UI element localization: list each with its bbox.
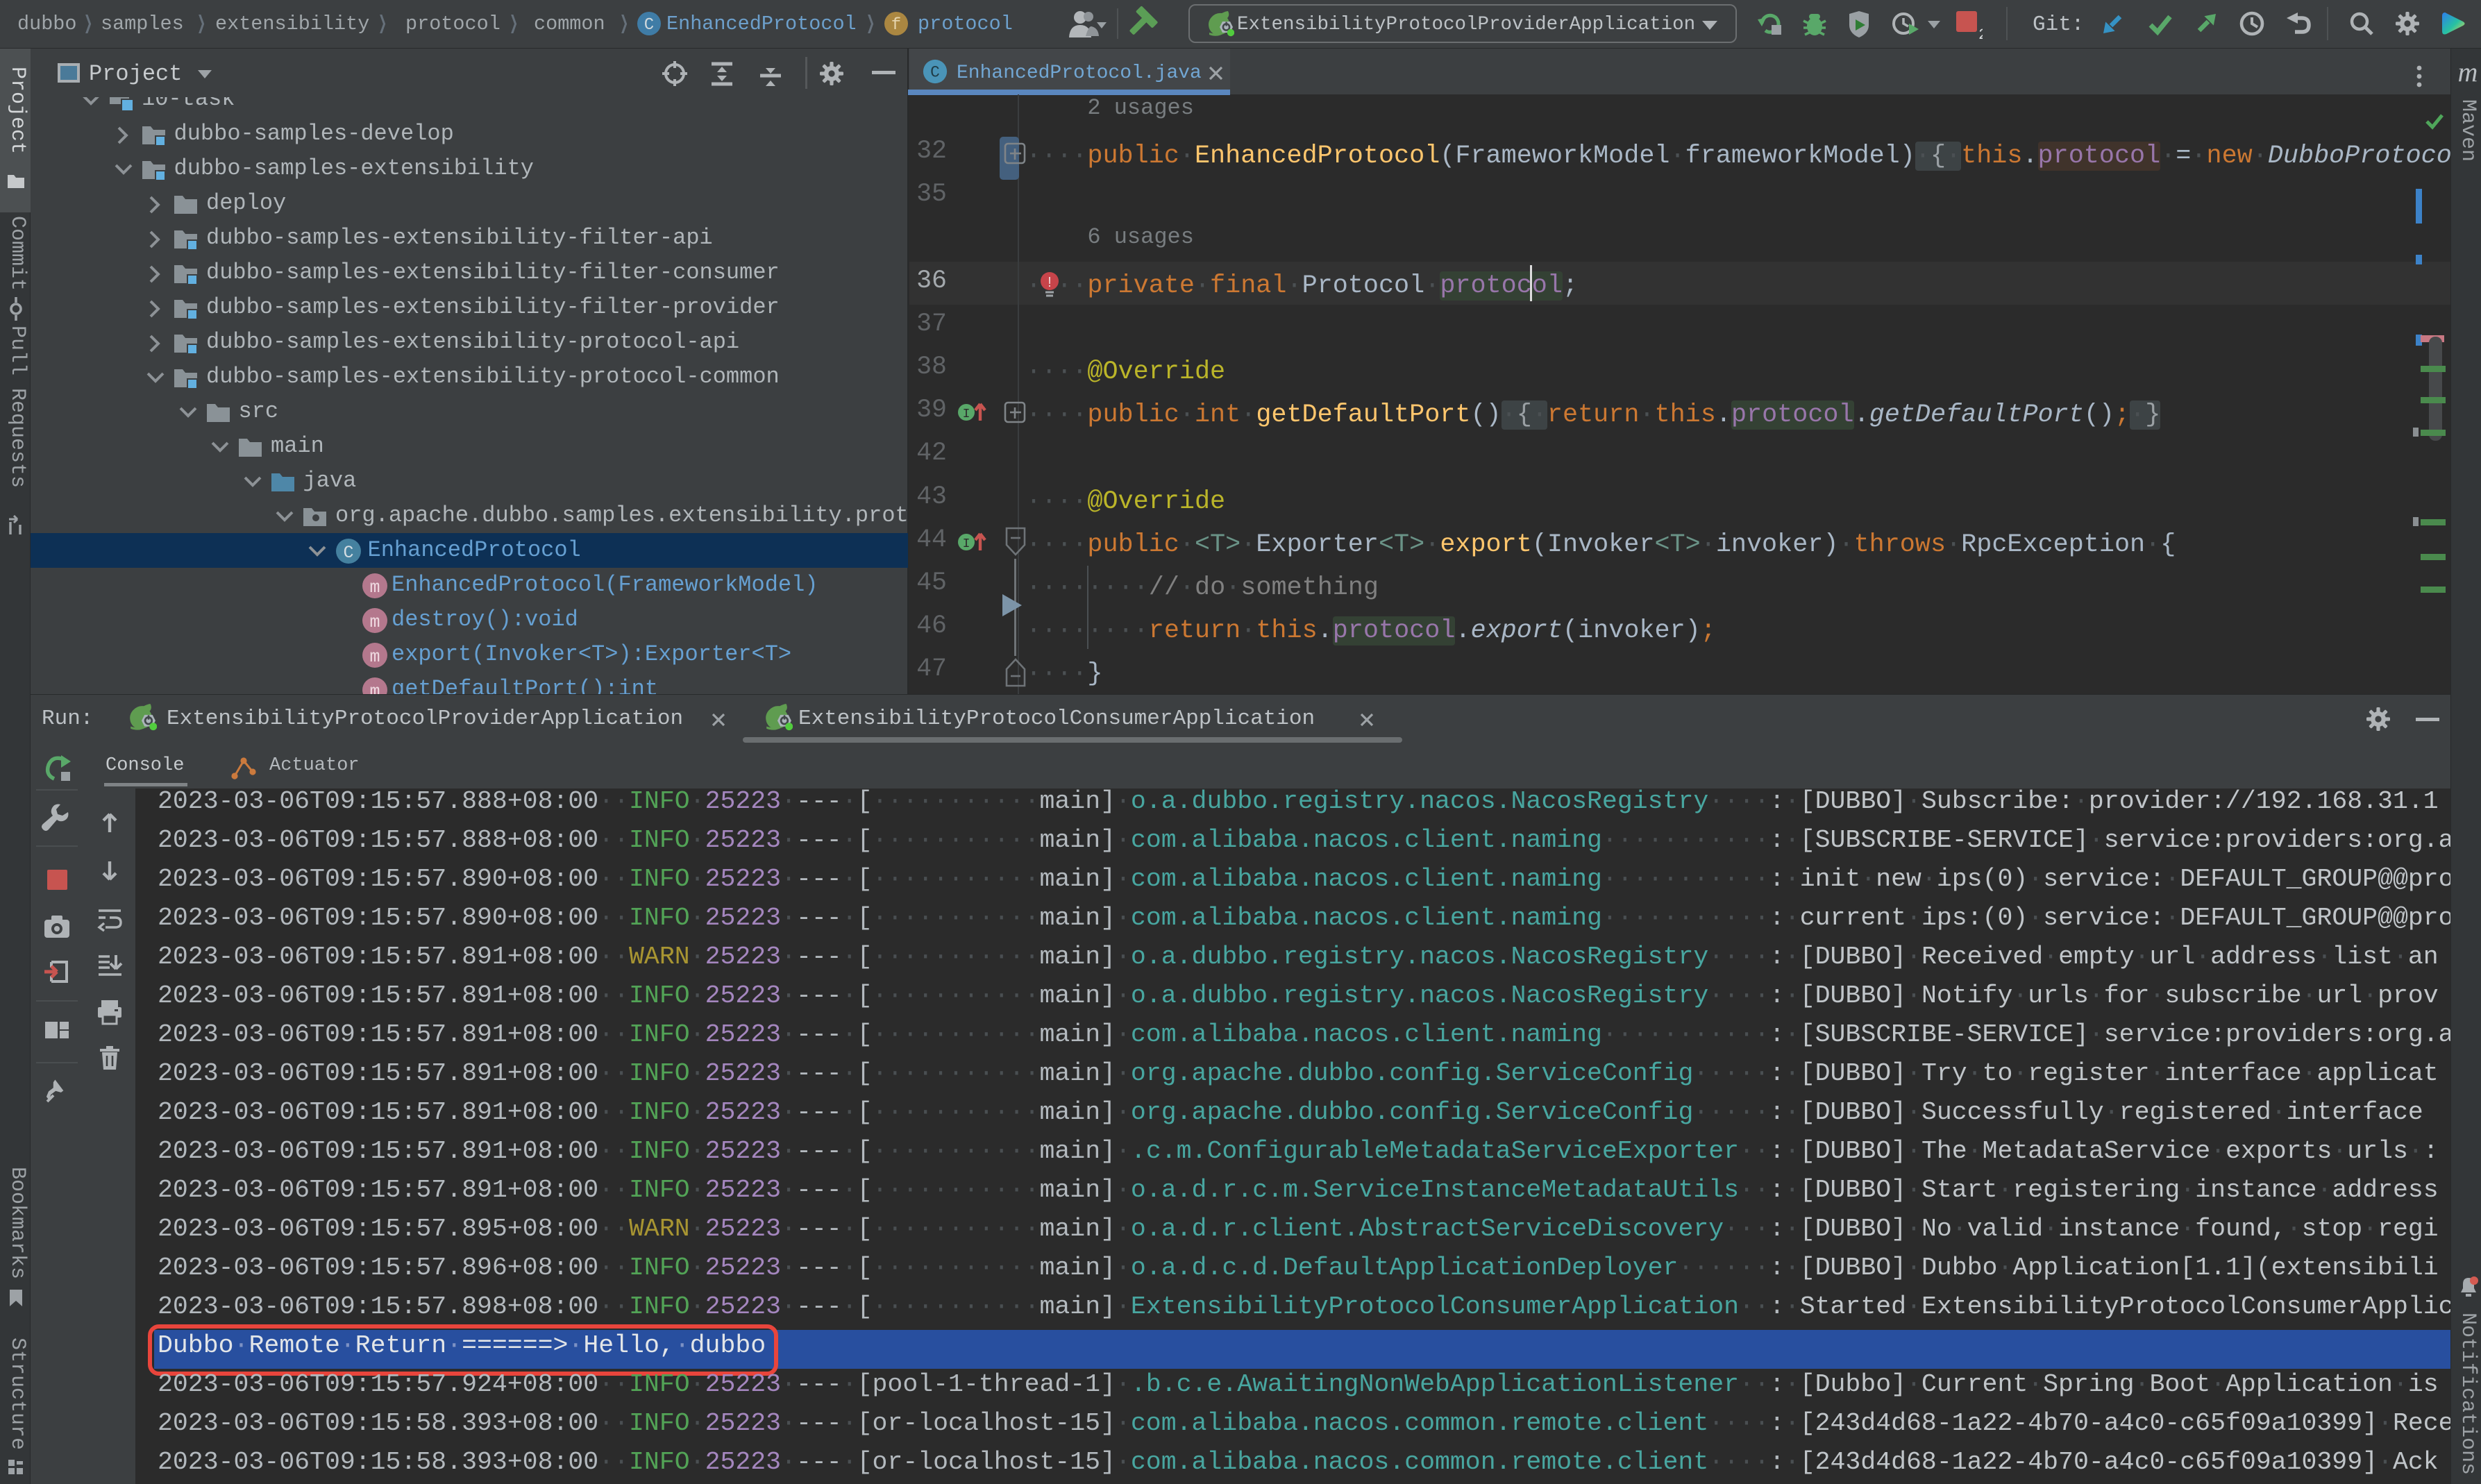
svg-text:m: m: [369, 647, 380, 667]
svg-text:m: m: [369, 577, 380, 598]
svg-text:I: I: [963, 407, 970, 421]
svg-text:m: m: [369, 682, 380, 694]
svg-text:2: 2: [1978, 26, 1983, 39]
svg-text:C: C: [644, 16, 654, 35]
svg-text:!: !: [1048, 275, 1052, 290]
svg-text:I: I: [963, 537, 970, 551]
svg-text:C: C: [343, 543, 353, 563]
svg-text:m: m: [369, 612, 380, 632]
svg-text:C: C: [930, 64, 940, 82]
svg-text:f: f: [891, 16, 901, 35]
